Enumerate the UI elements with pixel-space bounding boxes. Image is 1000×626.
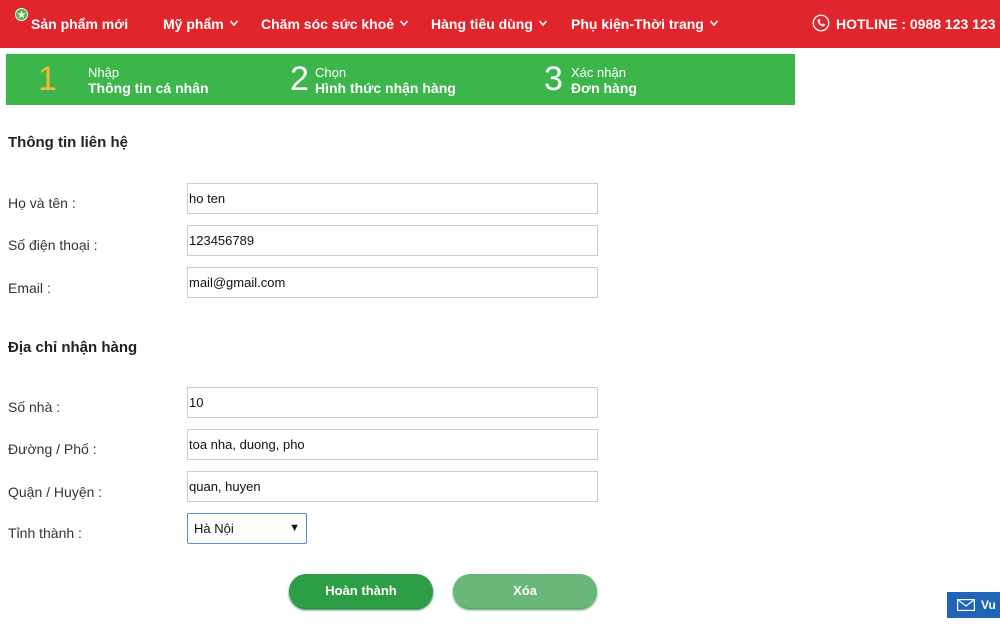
province-select-value: Hà Nội <box>194 521 234 536</box>
complete-button[interactable]: Hoàn thành <box>289 574 433 608</box>
top-navigation: Sản phẩm mới Mỹ phẩm Chăm sóc sức khoẻ H… <box>0 0 1000 48</box>
email-label: Email : <box>8 280 51 296</box>
chevron-down-icon <box>709 20 718 27</box>
nav-health-care-label: Chăm sóc sức khoẻ <box>261 16 395 32</box>
clear-button[interactable]: Xóa <box>453 574 597 608</box>
chevron-down-icon <box>538 20 547 27</box>
district-input[interactable]: quan, huyen <box>187 471 598 502</box>
star-badge-icon <box>15 8 28 21</box>
house-number-label: Số nhà : <box>8 399 61 415</box>
phone-input-value: 123456789 <box>189 233 255 248</box>
mail-icon <box>957 598 975 611</box>
street-input[interactable]: toa nha, duong, pho <box>187 429 598 460</box>
name-input-value: ho ten <box>189 191 226 206</box>
name-label: Họ và tên : <box>8 195 76 211</box>
step-title: Thông tin cá nhân <box>88 80 209 96</box>
checkout-steps: 1 Nhập Thông tin cá nhân 2 Chọn Hình thứ… <box>6 54 795 105</box>
chat-tab-label: Vu <box>981 598 996 612</box>
nav-item-health-care[interactable]: Chăm sóc sức khoẻ <box>261 0 409 48</box>
province-select[interactable]: Hà Nội ▼ <box>187 513 307 544</box>
nav-item-cosmetics[interactable]: Mỹ phẩm <box>163 0 239 48</box>
nav-cosmetics-label: Mỹ phẩm <box>163 16 224 32</box>
phone-input[interactable]: 123456789 <box>187 225 598 256</box>
phone-icon <box>812 14 830 32</box>
nav-new-products-label: Sản phẩm mới <box>31 16 129 32</box>
step-number: 1 <box>38 60 57 98</box>
nav-accessories-label: Phụ kiện-Thời trang <box>571 16 704 32</box>
house-number-input[interactable]: 10 <box>187 387 598 418</box>
step-action: Nhập <box>88 65 120 80</box>
hotline[interactable]: HOTLINE : 0988 123 123 <box>812 0 996 48</box>
step-title: Đơn hàng <box>571 80 637 96</box>
phone-label: Số điện thoại : <box>8 237 98 253</box>
house-number-value: 10 <box>189 395 204 410</box>
contact-section-title: Thông tin liên hệ <box>8 134 128 151</box>
district-value: quan, huyen <box>189 479 261 494</box>
email-input-value: mail@gmail.com <box>189 275 286 290</box>
district-label: Quận / Huyện : <box>8 484 103 500</box>
nav-consumer-goods-label: Hàng tiêu dùng <box>431 16 533 32</box>
chevron-down-icon <box>229 20 238 27</box>
hotline-text: HOTLINE : 0988 123 123 <box>836 16 996 32</box>
step-title: Hình thức nhận hàng <box>315 80 456 96</box>
chat-tab[interactable]: Vu <box>947 592 1000 618</box>
province-label: Tỉnh thành : <box>8 525 82 541</box>
dropdown-arrow-icon: ▼ <box>289 522 300 534</box>
chevron-down-icon <box>399 20 409 27</box>
nav-item-consumer-goods[interactable]: Hàng tiêu dùng <box>431 0 548 48</box>
step-action: Chọn <box>315 65 347 80</box>
step-number: 3 <box>544 60 563 98</box>
nav-item-accessories[interactable]: Phụ kiện-Thời trang <box>571 0 719 48</box>
address-section-title: Địa chỉ nhận hàng <box>8 339 138 356</box>
street-value: toa nha, duong, pho <box>189 437 305 452</box>
name-input[interactable]: ho ten <box>187 183 598 214</box>
nav-item-new-products[interactable]: Sản phẩm mới <box>31 0 128 48</box>
step-number: 2 <box>290 60 309 98</box>
email-input[interactable]: mail@gmail.com <box>187 267 598 298</box>
step-action: Xác nhận <box>571 65 626 80</box>
street-label: Đường / Phố : <box>8 441 97 457</box>
